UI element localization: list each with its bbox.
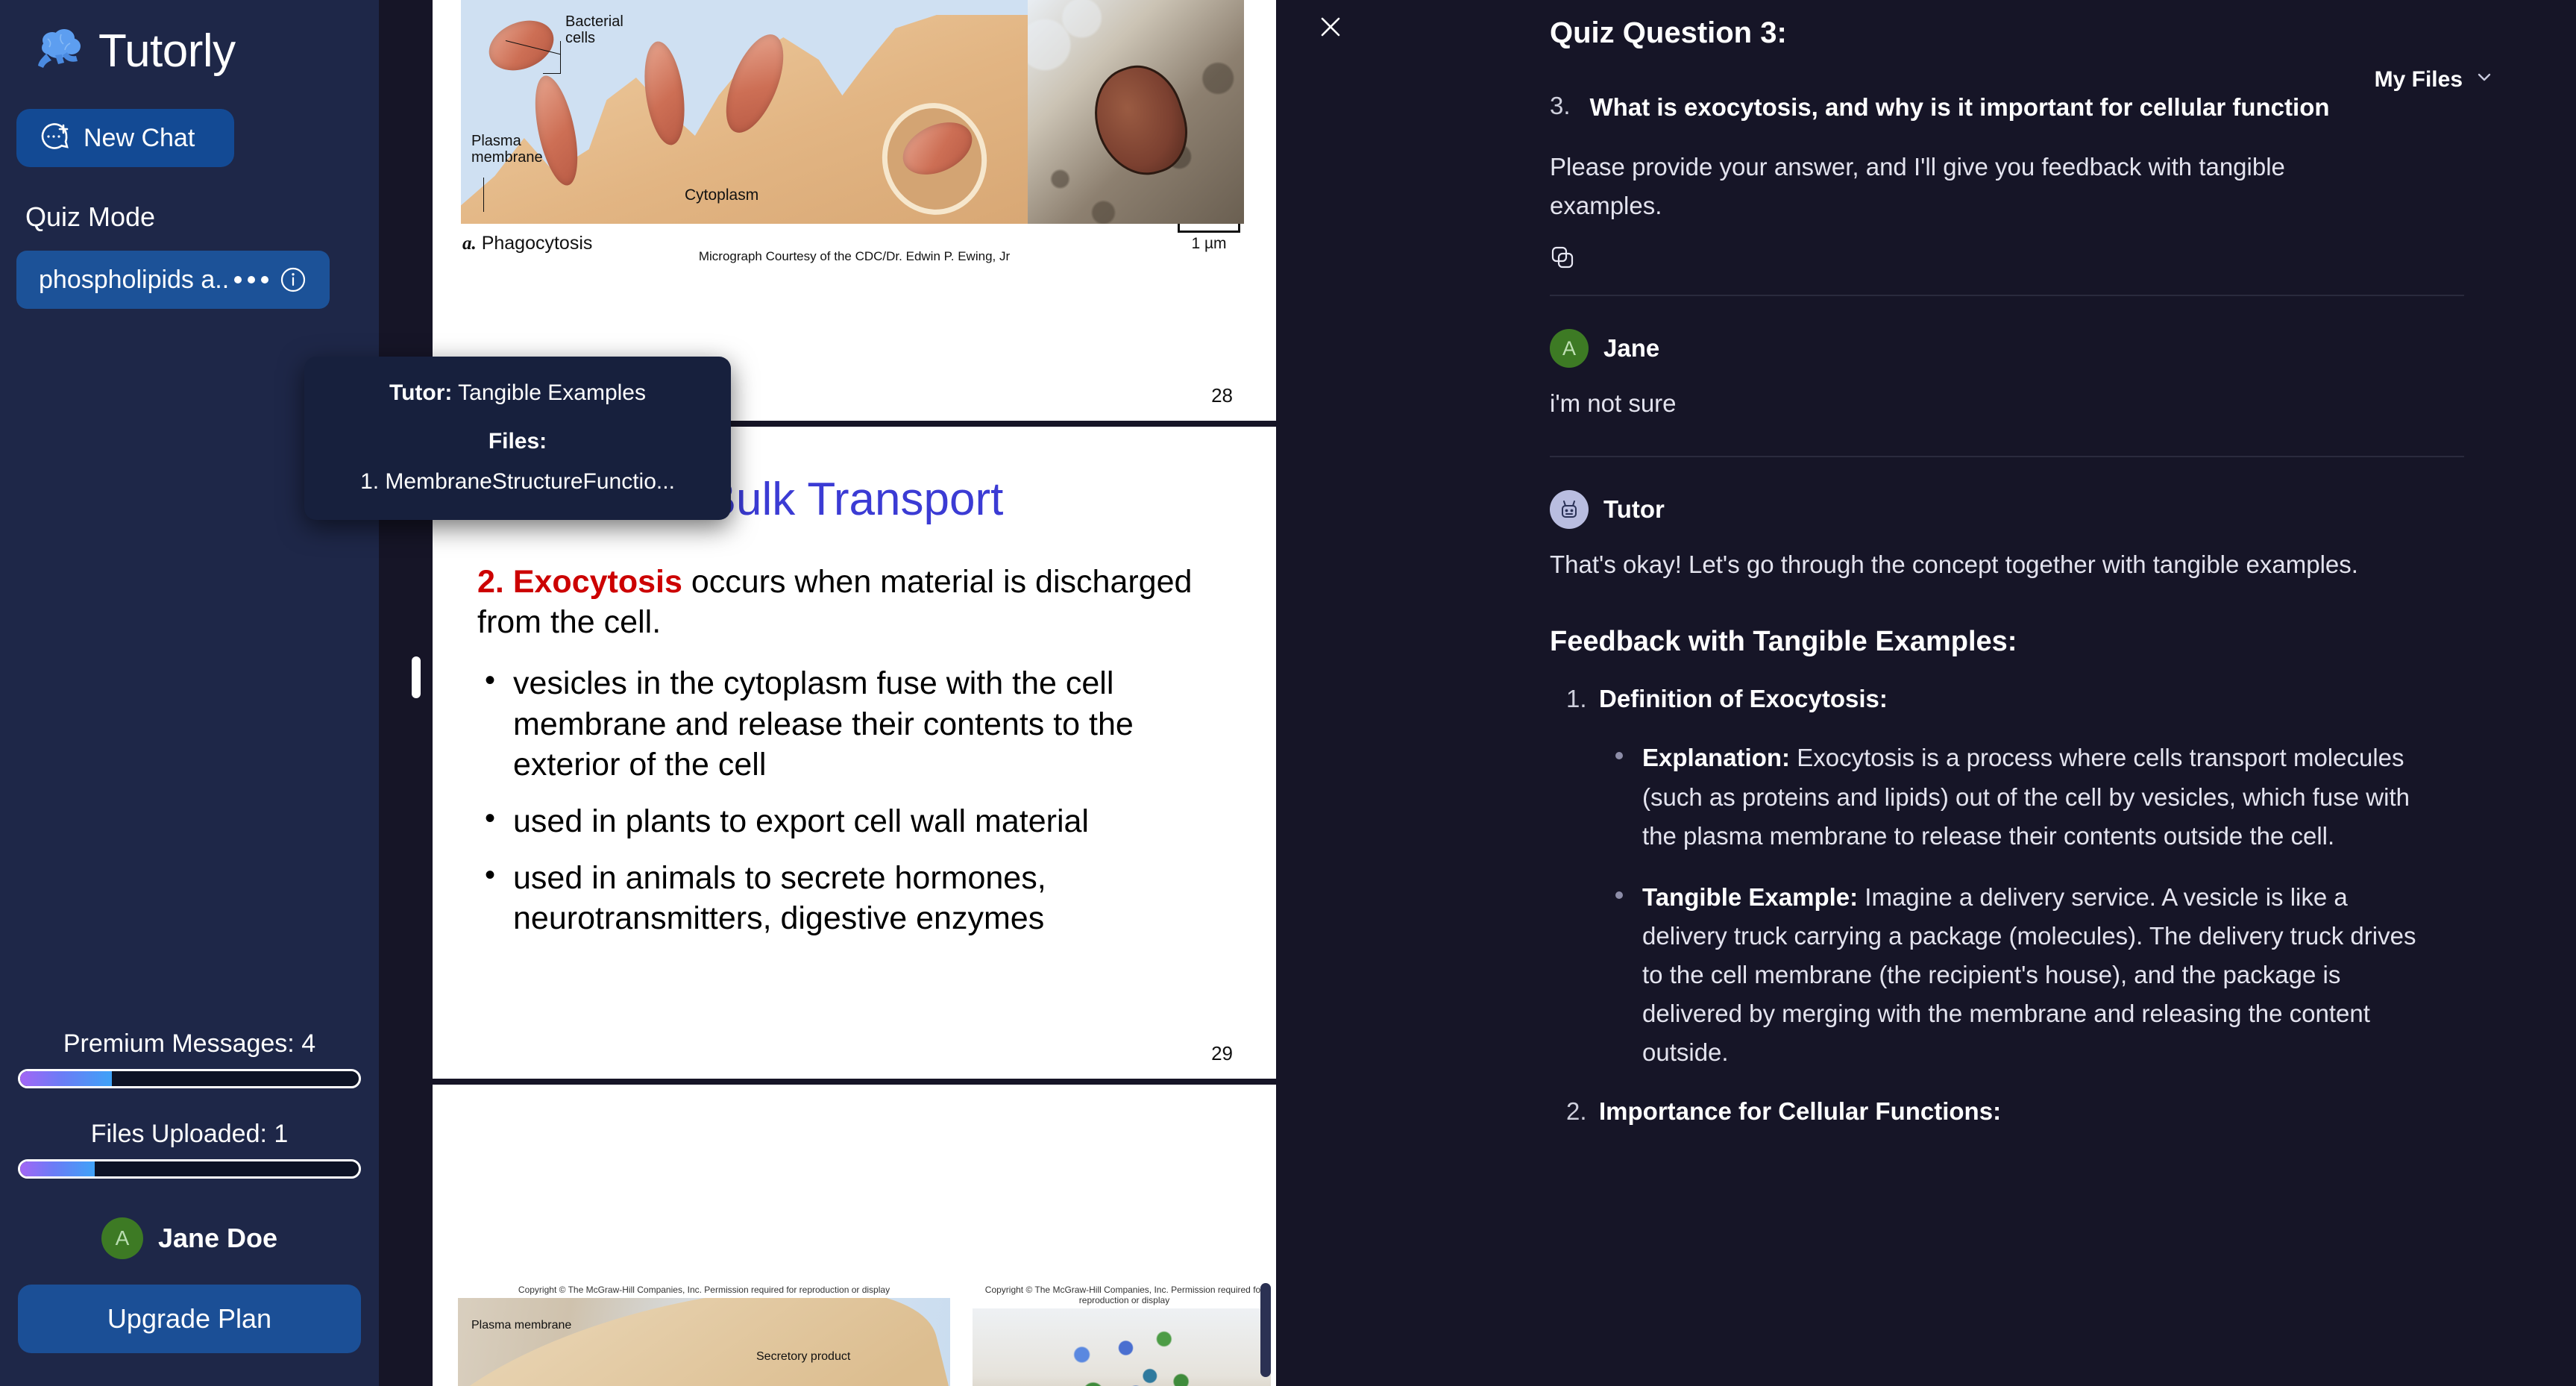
copy-row — [1550, 245, 2464, 274]
sidebar-chat-item-title: phospholipids a... — [39, 265, 230, 294]
document-panel: Bacterial cells Plasma membrane Cytoplasm … — [379, 0, 1281, 1386]
slide-body: 2. Exocytosis occurs when material is di… — [433, 526, 1276, 938]
feedback-item: Importance for Cellular Functions: — [1550, 1097, 2464, 1126]
panel-resize-handle[interactable] — [412, 656, 421, 698]
feedback-point: Tangible Example: Imagine a delivery ser… — [1599, 878, 2464, 1073]
slide-lead-number: 2. — [477, 564, 504, 600]
label-plasma-membrane: Plasma membrane — [471, 133, 543, 166]
quiz-question-number: 3. — [1550, 92, 1571, 119]
divider — [1550, 295, 2464, 297]
chat-message-jane: A Jane i'm not sure — [1550, 329, 2464, 423]
electron-micrograph — [1028, 0, 1244, 224]
premium-messages-meter — [18, 1069, 361, 1088]
user-profile[interactable]: A Jane Doe — [0, 1217, 379, 1259]
divider — [1550, 456, 2464, 458]
label-plasma-membrane: Plasma membrane — [471, 1319, 572, 1332]
slide-bullet: used in animals to secrete hormones, neu… — [477, 856, 1240, 938]
feedback-title: Feedback with Tangible Examples: — [1550, 626, 2017, 658]
new-chat-icon — [39, 122, 72, 154]
upgrade-plan-label: Upgrade Plan — [107, 1303, 272, 1334]
quiz-question-row: 3. What is exocytosis, and why is it imp… — [1550, 92, 2464, 124]
slide-bullet: vesicles in the cytoplasm fuse with the … — [477, 662, 1240, 785]
label-cytoplasm: Cytoplasm — [685, 186, 759, 204]
slide-lead-paragraph: 2. Exocytosis occurs when material is di… — [477, 562, 1240, 642]
sidebar-chat-item[interactable]: phospholipids a... — [16, 251, 330, 309]
chat-messages[interactable]: Quiz Question 3: 3. What is exocytosis, … — [1550, 0, 2464, 1192]
document-scrollbar[interactable] — [1260, 1283, 1271, 1377]
tooltip-line-1: Tutor: Tangible Examples — [318, 376, 717, 410]
chevron-down-icon — [2475, 67, 2494, 92]
document-scroll-area[interactable]: Bacterial cells Plasma membrane Cytoplasm … — [433, 0, 1281, 1386]
usage-meters: Premium Messages: 4 Files Uploaded: 1 — [0, 1029, 379, 1210]
brand: Tutorly — [0, 0, 379, 75]
info-circle-icon[interactable] — [273, 266, 313, 294]
feedback-points: Explanation: Exocytosis is a process whe… — [1599, 739, 2464, 1072]
message-author: Jane — [1603, 334, 1660, 363]
figure-credit-right: Copyright © The McGraw-Hill Companies, I… — [984, 1285, 1264, 1305]
feedback-heading: Importance for Cellular Functions: — [1599, 1097, 2002, 1126]
chat-message-tutor: Tutor That's okay! Let's go through the … — [1550, 490, 2464, 1126]
slide-lead-term: Exocytosis — [512, 564, 682, 600]
message-text: i'm not sure — [1550, 389, 1677, 418]
tooltip-line-label: Tutor: — [389, 380, 453, 405]
avatar: A — [1550, 329, 1589, 369]
app-root: Tutorly New Chat Quiz Mode phospholipids… — [0, 0, 2576, 1386]
plasma-membrane-shape — [458, 1298, 950, 1386]
feedback-point: Explanation: Exocytosis is a process whe… — [1599, 739, 2464, 855]
feedback-point-label: Tangible Example: — [1642, 882, 1859, 911]
slide-page-number: 29 — [1211, 1042, 1233, 1064]
phagocytosis-diagram: Bacterial cells Plasma membrane Cytoplasm — [461, 0, 1028, 224]
document-gutter — [379, 0, 433, 1386]
secretion-burst — [1062, 1314, 1204, 1386]
robot-icon — [1550, 490, 1589, 530]
user-name: Jane Doe — [157, 1223, 278, 1253]
exocytosis-figures: Copyright © The McGraw-Hill Companies, I… — [433, 1285, 1276, 1386]
chat-item-tooltip: Tutor: Tangible Examples Files: 1. Membr… — [304, 357, 731, 520]
tutorly-brain-logo-icon — [36, 28, 85, 75]
slide-page-number: 28 — [1211, 384, 1233, 407]
slide-bullet-list: vesicles in the cytoplasm fuse with the … — [477, 662, 1240, 938]
quiz-question-text: What is exocytosis, and why is it import… — [1589, 93, 2330, 121]
tooltip-files-label: Files: — [488, 429, 547, 454]
files-uploaded-label: Files Uploaded: 1 — [90, 1120, 289, 1148]
avatar: A — [101, 1217, 143, 1259]
upgrade-plan-button[interactable]: Upgrade Plan — [18, 1285, 361, 1353]
feedback-point-label: Explanation: — [1642, 744, 1791, 772]
slide-page-29: Bulk Transport 2. Exocytosis occurs when… — [433, 427, 1276, 1085]
figure-credit: Micrograph Courtesy of the CDC/Dr. Edwin… — [698, 249, 1011, 263]
tooltip-file-item: 1. MembraneStructureFunctio... — [360, 469, 675, 494]
chat-panel: My Files Quiz Question 3: 3. What is exo… — [1281, 0, 2576, 1386]
feedback-item: Definition of Exocytosis: Explanation: E… — [1550, 685, 2464, 1072]
label-secretory-product: Secretory product — [756, 1350, 851, 1363]
bacterial-cell-shape — [481, 11, 562, 80]
ellipsis-icon[interactable] — [230, 276, 273, 283]
copy-icon[interactable] — [1550, 247, 1575, 273]
message-text: That's okay! Let's go through the concep… — [1550, 551, 2358, 579]
exocytosis-diagram: Copyright © The McGraw-Hill Companies, I… — [458, 1285, 950, 1386]
premium-messages-label: Premium Messages: 4 — [63, 1029, 316, 1058]
phagocytosis-figure: Bacterial cells Plasma membrane Cytoplasm — [461, 0, 1251, 224]
premium-messages-meter-fill — [20, 1071, 112, 1086]
feedback-list: Definition of Exocytosis: Explanation: E… — [1550, 685, 2464, 1126]
slide-bullet: used in plants to export cell wall mater… — [477, 800, 1240, 841]
quiz-question-subtext: Please provide your answer, and I'll giv… — [1550, 152, 2285, 220]
new-chat-label: New Chat — [84, 123, 195, 152]
message-author: Tutor — [1603, 495, 1665, 524]
files-uploaded-meter-fill — [20, 1161, 95, 1176]
feedback-heading: Definition of Exocytosis: — [1599, 685, 1888, 713]
quiz-title: Quiz Question 3: — [1550, 16, 1787, 49]
slide-page-30: Copyright © The McGraw-Hill Companies, I… — [433, 1085, 1276, 1386]
exocytosis-micrograph: Copyright © The McGraw-Hill Companies, I… — [973, 1285, 1276, 1386]
brand-name: Tutorly — [98, 25, 236, 77]
new-chat-button[interactable]: New Chat — [16, 109, 234, 167]
sidebar: Tutorly New Chat Quiz Mode phospholipids… — [0, 0, 379, 1386]
files-uploaded-meter — [18, 1159, 361, 1179]
close-icon[interactable] — [1310, 6, 1351, 48]
quiz-mode-label: Quiz Mode — [25, 201, 156, 232]
figure-credit-left: Copyright © The McGraw-Hill Companies, I… — [518, 1285, 890, 1295]
tooltip-line-value: Tangible Examples — [452, 380, 646, 405]
label-bacterial-cells: Bacterial cells — [565, 13, 623, 46]
